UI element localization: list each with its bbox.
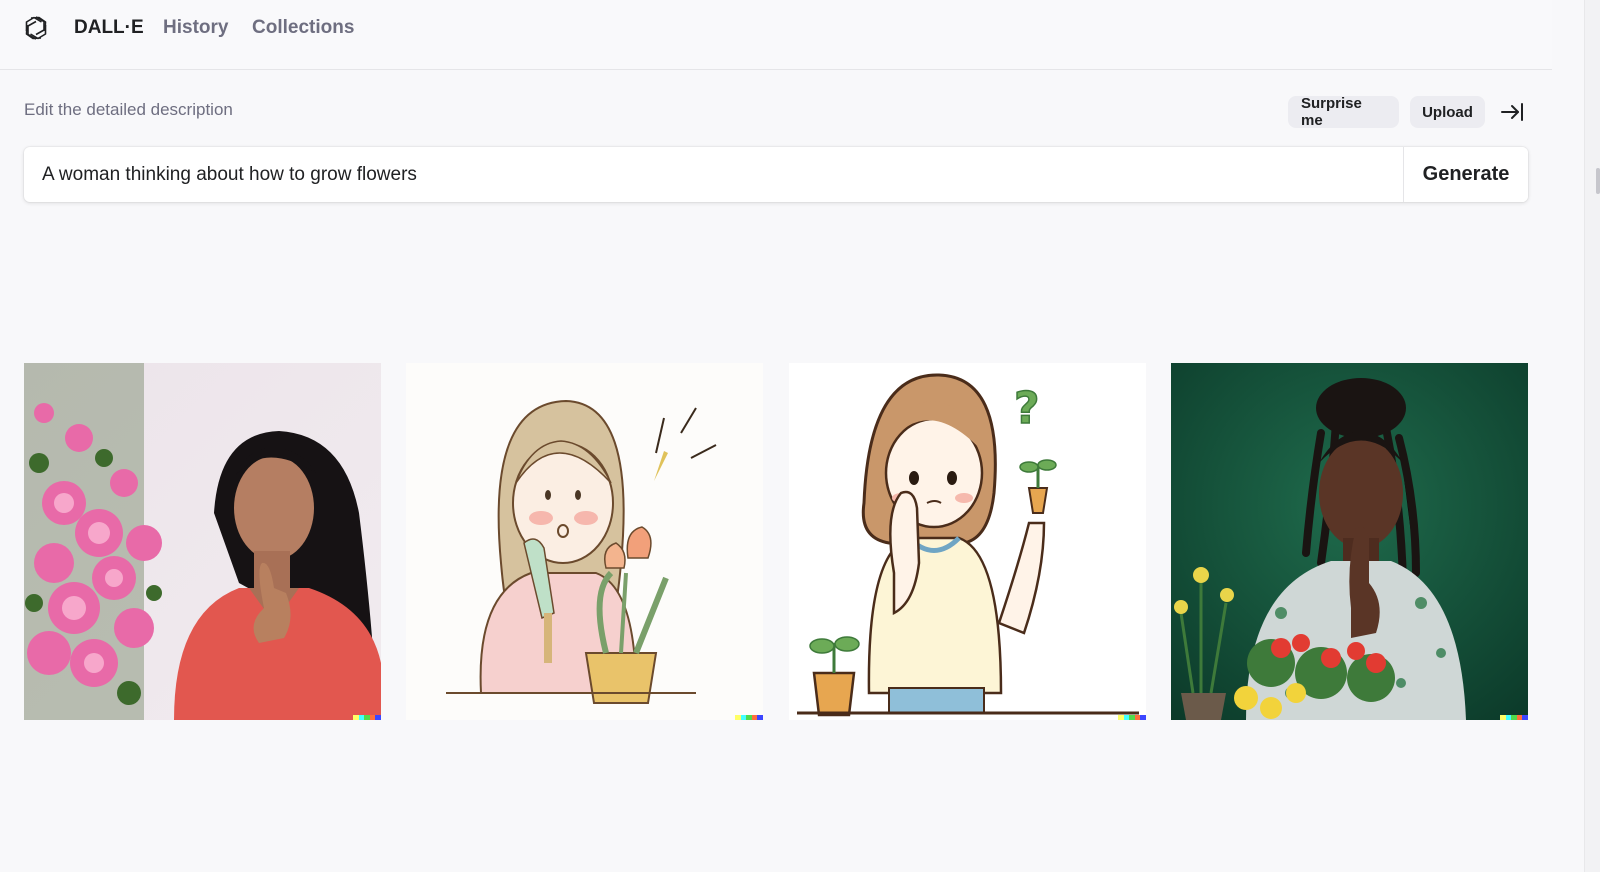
result-image-3[interactable]: ? — [789, 363, 1146, 720]
nav-dalle-link[interactable]: DALL·E — [74, 17, 144, 39]
dalle-watermark — [1118, 715, 1146, 720]
prompt-input[interactable] — [24, 147, 1404, 202]
upload-button[interactable]: Upload — [1410, 96, 1485, 128]
nav-collections-link[interactable]: Collections — [252, 17, 354, 39]
result-image-1[interactable] — [24, 363, 381, 720]
prompt-bar: Generate — [24, 147, 1528, 202]
image-watercolor-girl-tulips — [406, 363, 763, 720]
openai-logo-icon[interactable] — [22, 14, 50, 42]
result-image-4[interactable] — [1171, 363, 1528, 720]
image-illustration-girl-seedling: ? — [789, 363, 1146, 720]
svg-text:?: ? — [1014, 383, 1040, 434]
image-photo-woman-pink-flowers — [24, 363, 381, 720]
top-nav-bar: DALL·E History Collections — [0, 0, 1552, 70]
generate-button[interactable]: Generate — [1403, 147, 1528, 202]
nav-history-link[interactable]: History — [163, 17, 228, 39]
dalle-watermark — [353, 715, 381, 720]
page-scrollbar[interactable] — [1584, 0, 1600, 872]
surprise-me-button[interactable]: Surprise me — [1288, 95, 1399, 129]
dalle-watermark — [735, 715, 763, 720]
prompt-label: Edit the detailed description — [24, 100, 233, 119]
scrollbar-thumb[interactable] — [1596, 168, 1600, 194]
dalle-watermark — [1500, 715, 1528, 720]
result-image-2[interactable] — [406, 363, 763, 720]
collapse-right-icon[interactable] — [1498, 100, 1526, 124]
image-photo-woman-potted-flowers — [1171, 363, 1528, 720]
